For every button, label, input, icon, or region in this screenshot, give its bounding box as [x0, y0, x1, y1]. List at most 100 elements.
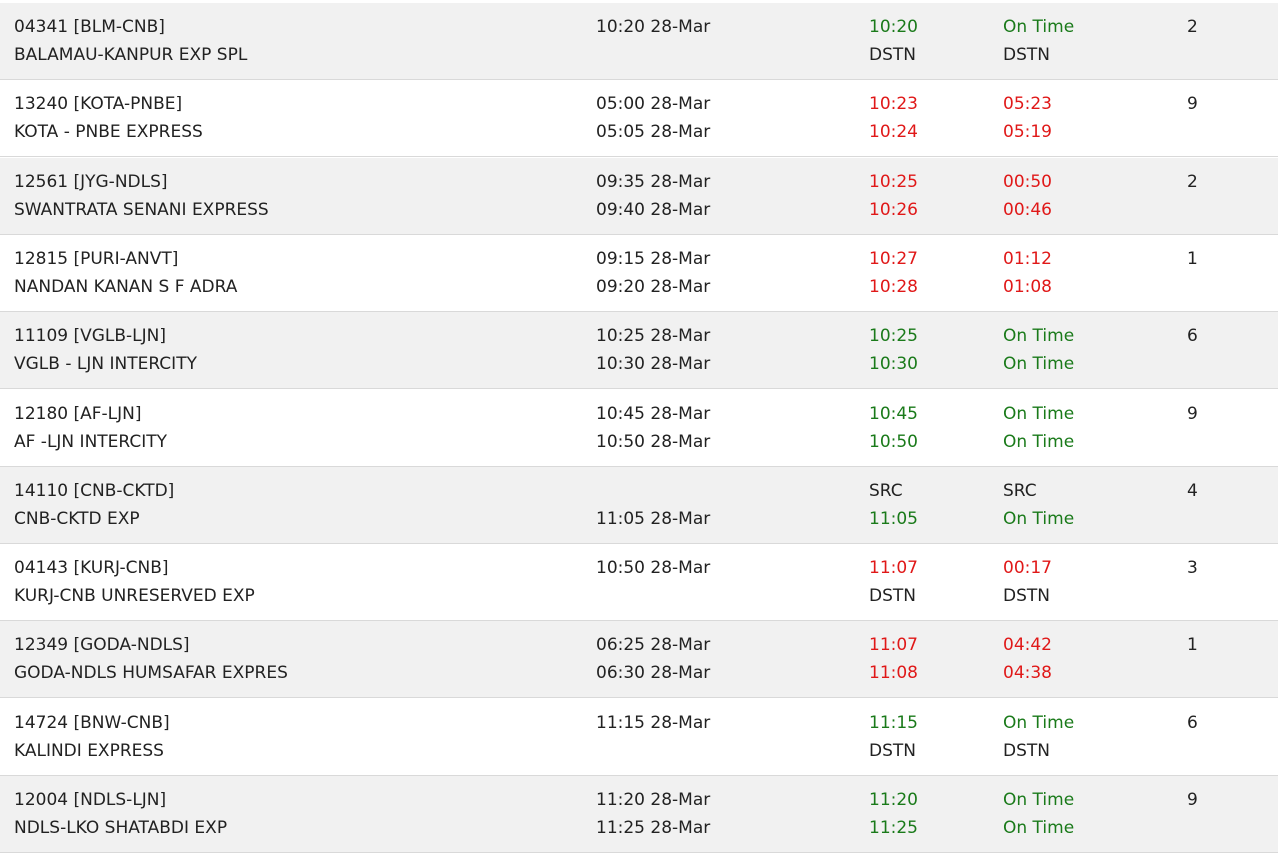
expected-departure: 10:26 [869, 199, 918, 220]
expected-arrival: 11:07 [869, 635, 918, 656]
train-row[interactable]: 14724 [BNW-CNB] KALINDI EXPRESS 11:15 28-M… [0, 698, 1278, 776]
expected-arrival: 10:45 [869, 403, 918, 424]
departure-delay: On Time [1003, 508, 1075, 529]
train-row[interactable]: 12180 [AF-LJN] AF -LJN INTERCITY 10:45 28-… [0, 389, 1278, 467]
departure-delay: On Time [1003, 354, 1075, 375]
expected-arrival: 10:27 [869, 248, 918, 269]
expected-departure: DSTN [869, 586, 916, 607]
platform-number: 1 [1187, 248, 1198, 269]
departure-delay: 00:46 [1003, 199, 1052, 220]
scheduled-arrival: 09:35 28-Mar [596, 171, 711, 192]
expected-departure: 11:05 [869, 508, 918, 529]
train-row[interactable]: 12004 [NDLS-LJN] NDLS-LKO SHATABDI EXP 11:… [0, 776, 1278, 853]
scheduled-departure: 09:20 28-Mar [596, 276, 711, 297]
expected-arrival: 11:07 [869, 558, 918, 579]
train-number: 12815 [PURI-ANVT] [14, 248, 179, 269]
train-name: BALAMAU-KANPUR EXP SPL [14, 45, 248, 65]
expected-arrival: 10:25 [869, 171, 918, 192]
platform-number: 4 [1187, 480, 1198, 501]
platform-number: 9 [1187, 94, 1198, 115]
scheduled-arrival: 09:15 28-Mar [596, 248, 711, 269]
train-name: GODA-NDLS HUMSAFAR EXPRES [14, 663, 288, 684]
expected-departure: 10:28 [869, 276, 918, 297]
train-number: 11109 [VGLB-LJN] [14, 326, 167, 347]
departure-delay: DSTN [1003, 740, 1050, 761]
platform-number: 2 [1187, 17, 1198, 37]
arrival-delay: SRC [1003, 480, 1037, 501]
scheduled-arrival: 10:20 28-Mar [596, 17, 711, 37]
expected-departure: DSTN [869, 740, 916, 761]
train-name: KOTA - PNBE EXPRESS [14, 122, 203, 143]
train-row[interactable]: 14110 [CNB-CKTD] CNB-CKTD EXP 11:05 28-Mar… [0, 466, 1278, 544]
arrival-delay: On Time [1003, 17, 1075, 37]
expected-departure: 11:25 [869, 818, 918, 838]
train-row[interactable]: 11109 [VGLB-LJN] VGLB - LJN INTERCITY 10:2… [0, 312, 1278, 390]
train-row[interactable]: 12349 [GODA-NDLS] GODA-NDLS HUMSAFAR EXPR… [0, 621, 1278, 699]
expected-arrival: 11:15 [869, 712, 918, 733]
arrival-delay: On Time [1003, 326, 1075, 347]
expected-departure: 10:30 [869, 354, 918, 375]
platform-number: 2 [1187, 171, 1198, 192]
arrival-delay: 00:50 [1003, 171, 1052, 192]
train-name: NANDAN KANAN S F ADRA [14, 276, 238, 297]
train-number: 13240 [KOTA-PNBE] [14, 94, 183, 115]
train-row[interactable]: 12815 [PURI-ANVT] NANDAN KANAN S F ADRA 09… [0, 234, 1278, 312]
platform-number: 9 [1187, 790, 1198, 810]
train-name: CNB-CKTD EXP [14, 508, 140, 529]
train-status-board: 04341 [BLM-CNB] BALAMAU-KANPUR EXP SPL 10:… [0, 0, 1278, 857]
train-number: 12180 [AF-LJN] [14, 403, 142, 424]
scheduled-departure: 06:30 28-Mar [596, 663, 711, 684]
train-name: KURJ-CNB UNRESERVED EXP [14, 586, 255, 607]
train-name: AF -LJN INTERCITY [14, 431, 168, 452]
train-number: 04341 [BLM-CNB] [14, 17, 165, 37]
expected-arrival: 10:25 [869, 326, 918, 347]
expected-arrival: 10:20 [869, 17, 918, 37]
arrival-delay: 05:23 [1003, 94, 1052, 115]
train-name: NDLS-LKO SHATABDI EXP [14, 818, 228, 838]
departure-delay: 04:38 [1003, 663, 1052, 684]
train-number: 12349 [GODA-NDLS] [14, 635, 190, 656]
scheduled-departure: 10:50 28-Mar [596, 431, 711, 452]
train-number: 14110 [CNB-CKTD] [14, 480, 175, 501]
train-row[interactable]: 12561 [JYG-NDLS] SWANTRATA SENANI EXPRESS… [0, 157, 1278, 235]
departure-delay: On Time [1003, 431, 1075, 452]
scheduled-arrival: 11:15 28-Mar [596, 712, 711, 733]
scheduled-departure: 05:05 28-Mar [596, 122, 711, 143]
train-row[interactable]: 13240 [KOTA-PNBE] KOTA - PNBE EXPRESS 05:0… [0, 80, 1278, 158]
expected-departure: 11:08 [869, 663, 918, 684]
arrival-delay: 00:17 [1003, 558, 1052, 579]
expected-departure: DSTN [869, 45, 916, 65]
train-name: VGLB - LJN INTERCITY [14, 354, 197, 375]
scheduled-arrival: 10:25 28-Mar [596, 326, 711, 347]
departure-delay: DSTN [1003, 45, 1050, 65]
arrival-delay: On Time [1003, 712, 1075, 733]
expected-arrival: SRC [869, 480, 903, 501]
platform-number: 6 [1187, 326, 1198, 347]
platform-number: 1 [1187, 635, 1198, 656]
train-number: 14724 [BNW-CNB] [14, 712, 170, 733]
platform-number: 3 [1187, 558, 1198, 579]
expected-arrival: 11:20 [869, 790, 918, 810]
scheduled-departure: 09:40 28-Mar [596, 199, 711, 220]
train-row[interactable]: 04143 [KURJ-CNB] KURJ-CNB UNRESERVED EXP 1… [0, 544, 1278, 622]
scheduled-departure: 11:25 28-Mar [596, 818, 711, 838]
expected-departure: 10:50 [869, 431, 918, 452]
arrival-delay: On Time [1003, 790, 1075, 810]
arrival-delay: 04:42 [1003, 635, 1052, 656]
train-number: 12561 [JYG-NDLS] [14, 171, 168, 192]
train-row[interactable]: 04341 [BLM-CNB] BALAMAU-KANPUR EXP SPL 10:… [0, 3, 1278, 80]
arrival-delay: 01:12 [1003, 248, 1052, 269]
scheduled-departure: 11:05 28-Mar [596, 508, 711, 529]
train-name: SWANTRATA SENANI EXPRESS [14, 199, 269, 220]
train-number: 04143 [KURJ-CNB] [14, 558, 169, 579]
scheduled-arrival: 11:20 28-Mar [596, 790, 711, 810]
scheduled-arrival: 10:45 28-Mar [596, 403, 711, 424]
departure-delay: 01:08 [1003, 276, 1052, 297]
scheduled-arrival: 06:25 28-Mar [596, 635, 711, 656]
scheduled-departure: 10:30 28-Mar [596, 354, 711, 375]
train-number: 12004 [NDLS-LJN] [14, 790, 167, 810]
scheduled-arrival: 10:50 28-Mar [596, 558, 711, 579]
departure-delay: 05:19 [1003, 122, 1052, 143]
platform-number: 9 [1187, 403, 1198, 424]
scheduled-arrival: 05:00 28-Mar [596, 94, 711, 115]
